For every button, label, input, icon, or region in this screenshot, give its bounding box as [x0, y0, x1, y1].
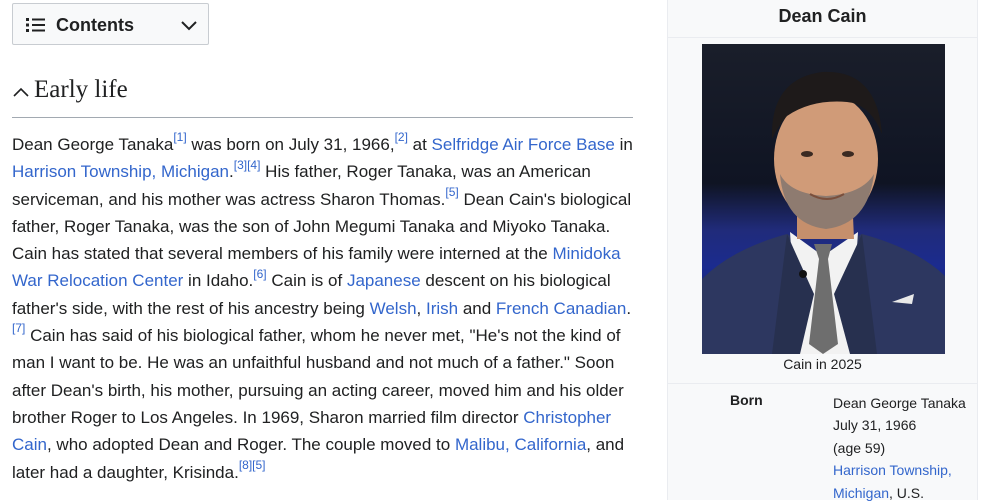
- link-selfridge-afb[interactable]: Selfridge Air Force Base: [432, 135, 615, 154]
- infobox-title: Dean Cain: [668, 0, 977, 38]
- section-title: Early life: [34, 76, 128, 103]
- reference-link[interactable]: [8][5]: [239, 458, 266, 472]
- born-value: Dean George Tanaka July 31, 1966 (age 59…: [833, 392, 973, 504]
- link-japanese[interactable]: Japanese: [347, 271, 421, 290]
- link-harrison-township[interactable]: Harrison Township, Michigan: [12, 162, 229, 181]
- photo-caption: Cain in 2025: [783, 356, 862, 372]
- text: Dean George Tanaka: [12, 135, 174, 154]
- born-place-suffix: , U.S.: [889, 484, 925, 501]
- text: in Idaho.: [183, 271, 254, 291]
- chevron-up-icon[interactable]: [12, 85, 30, 99]
- born-age: (age 59): [833, 439, 886, 456]
- reference-link[interactable]: [6]: [253, 267, 266, 281]
- section-heading[interactable]: Early life: [12, 76, 633, 118]
- reference-link[interactable]: [7]: [12, 321, 25, 335]
- born-name: Dean George Tanaka: [833, 395, 966, 411]
- portrait-illustration: [702, 71, 945, 354]
- link-french-canadian[interactable]: French Canadian: [496, 299, 626, 318]
- born-date: July 31, 1966: [833, 417, 917, 434]
- chevron-down-icon[interactable]: [180, 18, 198, 32]
- link-irish[interactable]: Irish: [426, 299, 458, 318]
- list-icon: [26, 18, 45, 32]
- text: ,: [416, 298, 426, 318]
- text: , who adopted Dean and Roger. The couple…: [46, 435, 455, 455]
- contents-toggle[interactable]: Contents: [12, 3, 209, 45]
- born-label: Born: [730, 392, 763, 408]
- portrait-photo[interactable]: [702, 44, 945, 354]
- early-life-paragraph: Dean George Tanaka[1] was born on July 3…: [12, 131, 636, 486]
- link-malibu[interactable]: Malibu, California: [455, 435, 586, 454]
- text: and: [458, 298, 496, 318]
- text: .: [626, 298, 632, 318]
- reference-link[interactable]: [1]: [173, 130, 186, 144]
- infobox-divider: [668, 383, 977, 384]
- reference-link[interactable]: [2]: [395, 130, 408, 144]
- reference-link[interactable]: [3][4]: [234, 158, 261, 172]
- contents-label: Contents: [56, 15, 134, 35]
- text: Cain is of: [266, 271, 347, 291]
- text: in: [614, 135, 633, 154]
- text: at: [407, 135, 432, 154]
- reference-link[interactable]: [5]: [445, 185, 458, 199]
- link-welsh[interactable]: Welsh: [370, 299, 417, 318]
- born-place: Harrison Township, Michigan, U.S.: [833, 459, 973, 504]
- infobox: Dean Cain Cain in 2025 Born Dean George …: [667, 0, 978, 501]
- text: was born on July 31, 1966,: [186, 135, 395, 154]
